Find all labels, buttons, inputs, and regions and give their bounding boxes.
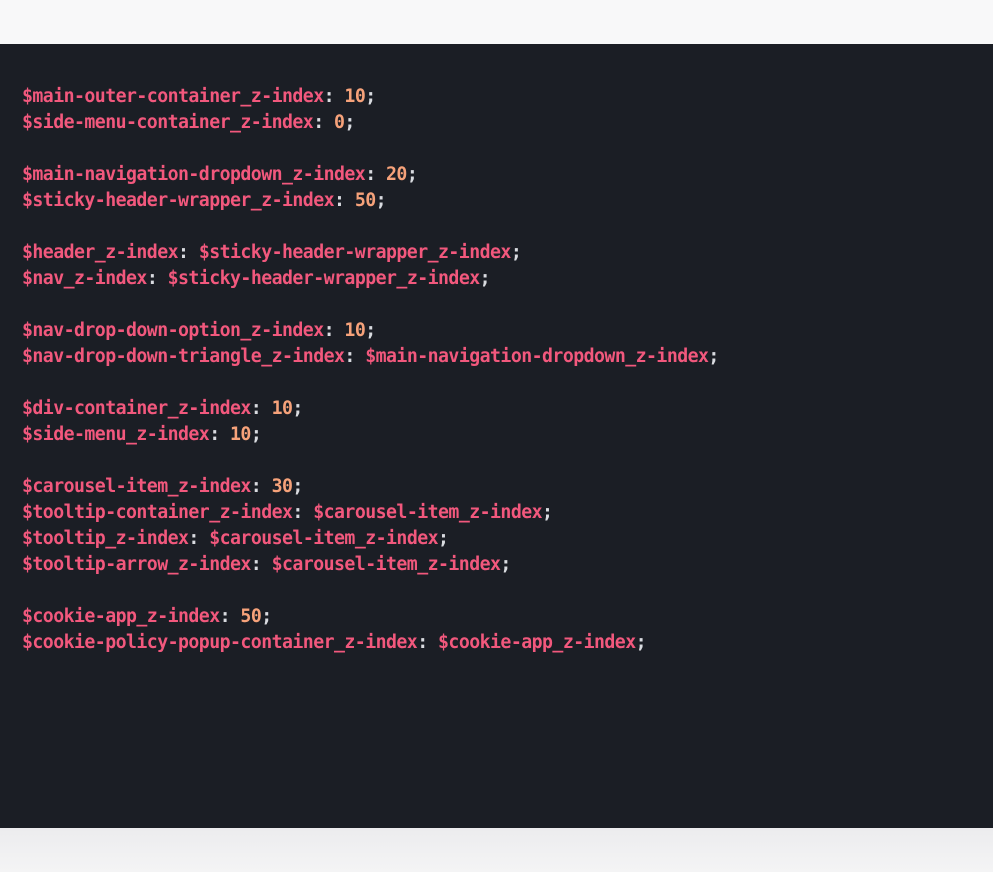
code-line: $cookie-app_z-index: 50; (22, 604, 993, 630)
semicolon-punctuation: ; (406, 164, 418, 185)
semicolon-punctuation: ; (292, 398, 303, 419)
code-line: $tooltip-container_z-index: $carousel-it… (22, 500, 993, 526)
number-value: 10 (230, 424, 251, 445)
code-line: $carousel-item_z-index: 30; (22, 474, 993, 500)
variable-reference: $sticky-header-wrapper_z-index (167, 268, 481, 289)
colon-punctuation: : (250, 476, 272, 497)
code-line: $cookie-policy-popup-container_z-index: … (22, 630, 993, 656)
variable-name: $side-menu_z-index (22, 424, 210, 445)
semicolon-punctuation: ; (438, 528, 449, 549)
variable-name: $nav_z-index (22, 268, 147, 289)
colon-punctuation: : (292, 502, 314, 523)
variable-reference: $cookie-app_z-index (438, 632, 636, 653)
variable-name: $div-container_z-index (22, 398, 251, 419)
code-line: $tooltip-arrow_z-index: $carousel-item_z… (22, 552, 993, 578)
colon-punctuation: : (323, 320, 345, 341)
variable-name: $side-menu-container_z-index (22, 112, 314, 133)
number-value: 10 (271, 398, 293, 419)
semicolon-punctuation: ; (375, 190, 387, 211)
number-value: 50 (240, 606, 262, 627)
colon-punctuation: : (323, 86, 345, 107)
semicolon-punctuation: ; (542, 502, 553, 523)
colon-punctuation: : (250, 554, 272, 575)
semicolon-punctuation: ; (292, 476, 303, 497)
variable-name: $nav-drop-down-triangle_z-index (22, 346, 345, 367)
semicolon-punctuation: ; (344, 112, 355, 133)
colon-punctuation: : (219, 606, 241, 627)
colon-punctuation: : (344, 346, 366, 367)
colon-punctuation: : (334, 190, 355, 211)
variable-name: $nav-drop-down-option_z-index (22, 320, 324, 341)
variable-name: $cookie-app_z-index (22, 606, 220, 627)
semicolon-punctuation: ; (500, 554, 511, 575)
number-value: 0 (334, 112, 345, 133)
number-value: 10 (344, 320, 366, 341)
semicolon-punctuation: ; (261, 606, 272, 627)
variable-reference: $sticky-header-wrapper_z-index (198, 242, 512, 263)
semicolon-punctuation: ; (365, 320, 376, 341)
code-line: $header_z-index: $sticky-header-wrapper_… (22, 240, 993, 266)
number-value: 10 (344, 86, 366, 107)
variable-name: $header_z-index (22, 242, 179, 263)
variable-reference: $carousel-item_z-index (271, 554, 501, 575)
code-block: $main-outer-container_z-index: 10; $side-… (0, 44, 993, 828)
code-line: $div-container_z-index: 10; (22, 396, 993, 422)
variable-reference: $main-navigation-dropdown_z-index (365, 346, 709, 367)
code-line: $tooltip_z-index: $carousel-item_z-index… (22, 526, 993, 552)
semicolon-punctuation: ; (250, 424, 262, 445)
variable-name: $tooltip-container_z-index (22, 502, 293, 523)
code-line: $main-navigation-dropdown_z-index: 20; (22, 162, 993, 188)
variable-name: $main-outer-container_z-index (22, 86, 324, 107)
variable-name: $carousel-item_z-index (22, 476, 251, 497)
colon-punctuation: : (146, 268, 168, 289)
variable-name: $sticky-header-wrapper_z-index (22, 190, 335, 211)
semicolon-punctuation: ; (510, 242, 522, 263)
variable-name: $cookie-policy-popup-container_z-index (22, 632, 418, 653)
colon-punctuation: : (250, 398, 272, 419)
code-line: $nav-drop-down-option_z-index: 10; (22, 318, 993, 344)
page-top-margin (0, 0, 993, 44)
colon-punctuation: : (365, 164, 387, 185)
variable-name: $main-navigation-dropdown_z-index (22, 164, 366, 185)
colon-punctuation: : (209, 424, 231, 445)
code-line: $nav_z-index: $sticky-header-wrapper_z-i… (22, 266, 993, 292)
number-value: 30 (271, 476, 293, 497)
number-value: 50 (354, 190, 376, 211)
variable-name: $tooltip_z-index (22, 528, 189, 549)
code-line: $sticky-header-wrapper_z-index: 50; (22, 188, 993, 214)
variable-reference: $carousel-item_z-index (209, 528, 439, 549)
code-line: $nav-drop-down-triangle_z-index: $main-n… (22, 344, 993, 370)
semicolon-punctuation: ; (365, 86, 376, 107)
semicolon-punctuation: ; (479, 268, 491, 289)
semicolon-punctuation: ; (708, 346, 719, 367)
colon-punctuation: : (178, 242, 199, 263)
variable-reference: $carousel-item_z-index (313, 502, 543, 523)
colon-punctuation: : (417, 632, 439, 653)
colon-punctuation: : (313, 112, 335, 133)
semicolon-punctuation: ; (635, 632, 647, 653)
colon-punctuation: : (188, 528, 210, 549)
number-value: 20 (386, 164, 407, 185)
code-line: $side-menu-container_z-index: 0; (22, 110, 993, 136)
code-line: $side-menu_z-index: 10; (22, 422, 993, 448)
variable-name: $tooltip-arrow_z-index (22, 554, 251, 575)
page-bottom-margin (0, 828, 993, 872)
code-line: $main-outer-container_z-index: 10; (22, 84, 993, 110)
